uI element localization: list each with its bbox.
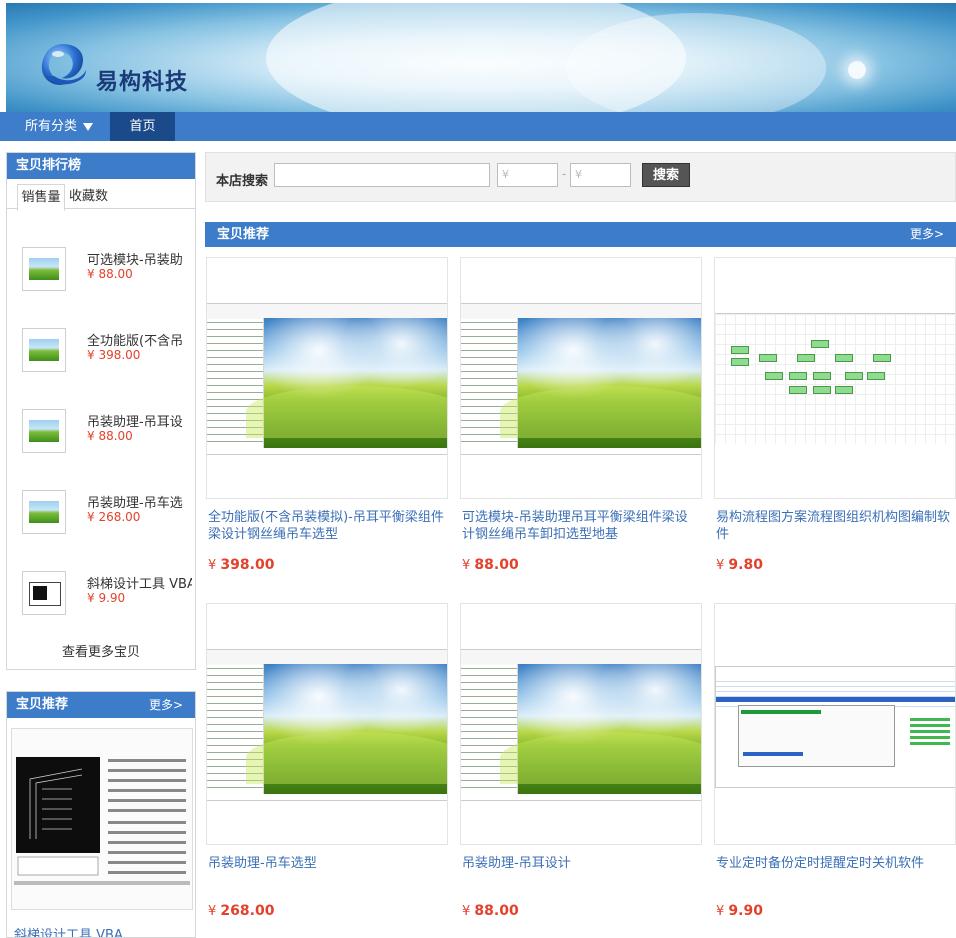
currency-symbol: ¥ [462,558,471,573]
max-price-input[interactable]: ¥ [570,163,631,187]
price-value: 88.00 [474,903,519,919]
product-thumbnail[interactable] [22,409,66,453]
product-thumbnail[interactable] [22,490,66,534]
product-title[interactable]: 吊装助理-吊车选型 [208,855,446,872]
search-label: 本店搜索 [216,174,269,189]
view-more-link[interactable]: 查看更多宝贝 [7,641,195,660]
rank-item-title[interactable]: 全功能版(不含吊 [87,330,192,349]
brand-name[interactable]: 易构科技 [96,64,188,96]
price-separator: - [562,167,567,181]
currency-symbol: ¥ [462,904,471,919]
currency-symbol: ¥ [716,558,725,573]
product-price: ¥ 88.00 [462,903,519,919]
rank-item-title[interactable]: 吊装助理-吊耳设 [87,411,192,430]
rank-panel: 宝贝排行榜 销售量 收藏数 可选模块-吊装助 ¥ 88.00 全功能版(不含吊 … [6,152,196,670]
product-thumbnail[interactable] [22,571,66,615]
price-value: 88.00 [474,557,519,573]
product-image[interactable] [206,257,448,499]
left-recommend-caption[interactable]: 斜梯设计工具 VBA [14,924,123,937]
rank-item-price: ¥ 88.00 [87,267,133,281]
rank-item-price: ¥ 268.00 [87,510,141,524]
price-value: 9.80 [728,557,763,573]
product-image[interactable] [714,257,956,499]
nav-all-categories[interactable]: 所有分类 [0,112,110,141]
min-price-input[interactable]: ¥ [497,163,558,187]
rank-item[interactable]: 全功能版(不含吊 ¥ 398.00 [22,328,192,374]
search-input[interactable] [274,163,490,187]
nav-home[interactable]: 首页 [110,112,175,141]
rank-item-title[interactable]: 可选模块-吊装助 [87,249,192,268]
product-price: ¥ 398.00 [208,557,274,573]
product-title[interactable]: 吊装助理-吊耳设计 [462,855,700,872]
product-thumbnail[interactable] [22,328,66,372]
price-value: 9.90 [728,903,763,919]
left-recommend-title: 宝贝推荐 [16,697,69,712]
rank-item[interactable]: 吊装助理-吊车选 ¥ 268.00 [22,490,192,536]
rank-item[interactable]: 吊装助理-吊耳设 ¥ 88.00 [22,409,192,455]
tab-sales[interactable]: 销售量 [17,184,65,211]
main-more-link[interactable]: 更多> [910,222,944,247]
tab-favorites[interactable]: 收藏数 [69,184,108,209]
rank-item[interactable]: 斜梯设计工具 VBA ¥ 9.90 [22,571,192,617]
store-search-bar: 本店搜索 ¥ - ¥ 搜索 [205,152,956,202]
currency-symbol: ¥ [208,904,217,919]
product-price: ¥ 9.90 [716,903,763,919]
main-nav: 所有分类 首页 [0,112,956,141]
product-thumbnail[interactable] [22,247,66,291]
product-image[interactable] [460,603,702,845]
rank-item-price: ¥ 88.00 [87,429,133,443]
product-price: ¥ 9.80 [716,557,763,573]
price-value: 398.00 [220,557,275,573]
banner-cloud [566,13,826,112]
rank-item-title[interactable]: 斜梯设计工具 VBA [87,573,192,592]
rank-item[interactable]: 可选模块-吊装助 ¥ 88.00 [22,247,192,293]
left-recommend-panel: 宝贝推荐 更多> 斜梯设计工具 VBA [6,691,196,938]
product-title[interactable]: 全功能版(不含吊装模拟)-吊耳平衡梁组件梁设计钢丝绳吊车选型 [208,509,446,543]
banner-glow [848,61,866,79]
main-recommend-header: 宝贝推荐 更多> [205,222,956,247]
product-price: ¥ 268.00 [208,903,274,919]
currency-symbol: ¥ [716,904,725,919]
left-recommend-more-link[interactable]: 更多> [149,692,183,718]
currency-symbol: ¥ [208,558,217,573]
search-button[interactable]: 搜索 [642,163,690,187]
left-recommend-header: 宝贝推荐 更多> [7,692,195,718]
rank-item-price: ¥ 398.00 [87,348,141,362]
triangle-down-icon [83,122,94,131]
product-image[interactable] [460,257,702,499]
rank-item-price: ¥ 9.90 [87,591,126,605]
rank-item-title[interactable]: 吊装助理-吊车选 [87,492,192,511]
product-title[interactable]: 易构流程图方案流程图组织机构图编制软件 [716,509,954,543]
rank-panel-title: 宝贝排行榜 [7,153,195,179]
product-price: ¥ 88.00 [462,557,519,573]
rank-tabs: 销售量 收藏数 [7,179,195,211]
price-value: 268.00 [220,903,275,919]
product-image[interactable] [714,603,956,845]
main-recommend-title: 宝贝推荐 [217,227,270,242]
product-image[interactable] [11,728,193,910]
product-title[interactable]: 专业定时备份定时提醒定时关机软件 [716,855,954,872]
logo-icon[interactable] [36,40,90,90]
nav-all-categories-label: 所有分类 [25,119,78,134]
product-title[interactable]: 可选模块-吊装助理吊耳平衡梁组件梁设计钢丝绳吊车卸扣选型地基 [462,509,700,543]
product-image[interactable] [206,603,448,845]
